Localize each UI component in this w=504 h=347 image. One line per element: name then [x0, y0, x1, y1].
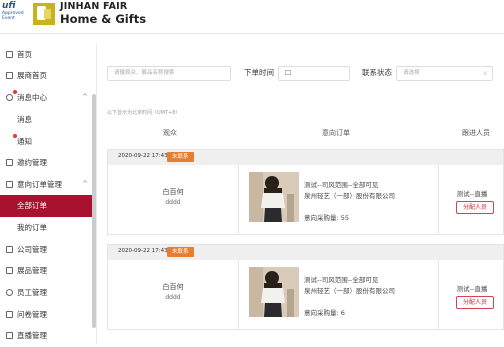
visitor-company: dddd — [165, 294, 181, 301]
status-badge: 未联系 — [167, 247, 194, 257]
survey-icon — [6, 311, 13, 318]
column-divider — [238, 260, 239, 330]
brand-name: JINHAN FAIR Home & Gifts — [60, 1, 147, 27]
sidebar-item-all-orders[interactable]: 全部订单 — [0, 195, 96, 217]
staff-name: 测试--直播 — [456, 285, 488, 293]
chevron-up-icon: ^ — [82, 180, 88, 188]
assign-staff-button[interactable]: 分配人员 — [456, 201, 494, 214]
col-header-order: 意向订单 — [322, 129, 350, 137]
visitor-cell: 白百何 dddd — [108, 260, 238, 330]
search-input[interactable]: 请输观众、展品名称搜索 — [107, 66, 231, 81]
sidebar-item-notices[interactable]: 通知 — [0, 131, 96, 153]
contact-status-label: 联系状态 — [362, 68, 392, 77]
sidebar-item-company[interactable]: 公司管理 — [0, 239, 96, 261]
sidebar-item-message-center[interactable]: 消息中心 ^ — [0, 87, 96, 109]
calendar-icon — [285, 70, 291, 75]
order-card: 2020-09-22 17:43 未联系 白百何 dddd 测试--司风范围--… — [107, 244, 504, 330]
ufi-logo: ufi Approved Event — [2, 1, 24, 22]
product-name[interactable]: 测试--司风范围--全部可见 — [304, 180, 395, 191]
chevron-up-icon: ^ — [82, 93, 88, 101]
product-image[interactable] — [249, 172, 299, 222]
mail-icon — [6, 159, 13, 166]
fair-logo-icon — [33, 3, 55, 25]
product-image[interactable] — [249, 267, 299, 317]
store-icon — [6, 72, 13, 79]
supplier-company: 泉州轻艺（一部）股份有限公司 — [304, 192, 395, 200]
sidebar-item-invitations[interactable]: 邀约管理 — [0, 152, 96, 174]
column-divider — [238, 165, 239, 235]
sidebar-scrollbar[interactable] — [92, 94, 96, 328]
order-time-label: 下单时间 — [244, 68, 274, 77]
visitor-name: 白百何 — [162, 188, 184, 196]
sidebar-item-my-orders[interactable]: 我的订单 — [0, 217, 96, 239]
chevron-down-icon: v — [483, 70, 487, 77]
visitor-name: 白百何 — [162, 283, 184, 291]
product-name[interactable]: 测试--司风范围--全部可见 — [304, 275, 395, 286]
staff-name: 测试--直播 — [456, 190, 488, 198]
sidebar: 首页 展商首页 消息中心 ^ 消息 通知 邀约管理 意向订单管理 ^ 全部订单 … — [0, 44, 97, 344]
sidebar-item-intent-orders[interactable]: 意向订单管理 ^ — [0, 174, 96, 196]
home-icon — [6, 51, 13, 58]
assign-staff-button[interactable]: 分配人员 — [456, 296, 494, 309]
sidebar-item-exhibitor-home[interactable]: 展商首页 — [0, 65, 96, 87]
order-time: 2020-09-22 17:43 — [118, 153, 168, 159]
main-content: 请输观众、展品名称搜索 下单时间 联系状态 请选择 v 以下显示为北京时间（UM… — [98, 44, 504, 344]
visitor-cell: 白百何 dddd — [108, 165, 238, 235]
cart-icon — [6, 181, 13, 188]
order-details: 测试--司风范围--全部可见 泉州轻艺（一部）股份有限公司 意向采购量: 55 — [304, 180, 395, 224]
order-card-header: 2020-09-22 17:43 未联系 — [108, 245, 503, 260]
sidebar-item-messages[interactable]: 消息 — [0, 109, 96, 131]
sidebar-item-products[interactable]: 展品管理 — [0, 260, 96, 282]
staff-cell: 测试--直播 分配人员 — [439, 165, 504, 235]
box-icon — [6, 267, 13, 274]
user-icon — [6, 289, 13, 296]
building-icon — [6, 246, 13, 253]
col-header-staff: 跟进人员 — [462, 129, 490, 137]
visitor-company: dddd — [165, 199, 181, 206]
order-time-picker[interactable] — [278, 66, 350, 81]
sidebar-item-home[interactable]: 首页 — [0, 44, 96, 66]
purchase-quantity: 意向采购量: 6 — [304, 309, 345, 317]
col-header-audience: 观众 — [163, 129, 177, 137]
sidebar-item-staff[interactable]: 员工管理 — [0, 282, 96, 304]
order-card-header: 2020-09-22 17:43 未联系 — [108, 150, 503, 165]
supplier-company: 泉州轻艺（一部）股份有限公司 — [304, 287, 395, 295]
order-details: 测试--司风范围--全部可见 泉州轻艺（一部）股份有限公司 意向采购量: 6 — [304, 275, 395, 319]
status-badge: 未联系 — [167, 152, 194, 162]
order-card: 2020-09-22 17:43 未联系 白百何 dddd 测试--司风范围--… — [107, 149, 504, 235]
order-time: 2020-09-22 17:43 — [118, 248, 168, 254]
staff-cell: 测试--直播 分配人员 — [439, 260, 504, 330]
timezone-note: 以下显示为北京时间（UMT+8） — [107, 110, 181, 116]
live-icon — [6, 332, 13, 339]
sidebar-item-survey[interactable]: 问卷管理 — [0, 304, 96, 326]
top-header: ufi Approved Event JINHAN FAIR Home & Gi… — [0, 0, 504, 34]
contact-status-select[interactable]: 请选择 v — [396, 66, 493, 81]
purchase-quantity: 意向采购量: 55 — [304, 214, 350, 222]
message-icon — [6, 94, 13, 101]
